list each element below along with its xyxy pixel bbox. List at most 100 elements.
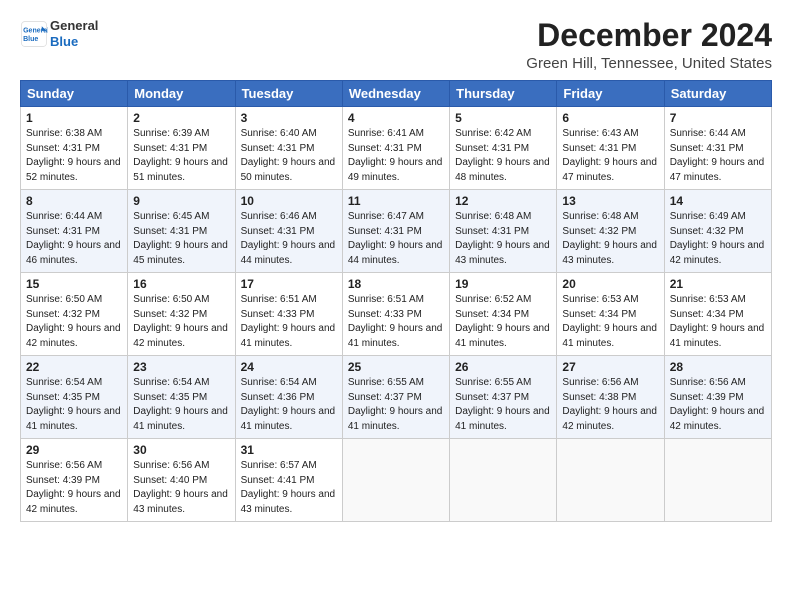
daylight: Daylight: 9 hours and 41 minutes. (241, 406, 336, 432)
day-info: Sunrise: 6:40 AM Sunset: 4:31 PM Dayligh… (241, 127, 337, 185)
sunset: Sunset: 4:31 PM (562, 143, 636, 154)
day-cell: 2 Sunrise: 6:39 AM Sunset: 4:31 PM Dayli… (128, 107, 235, 190)
day-cell: 21 Sunrise: 6:53 AM Sunset: 4:34 PM Dayl… (664, 273, 771, 356)
sunset: Sunset: 4:31 PM (133, 226, 207, 237)
sunset: Sunset: 4:38 PM (562, 392, 636, 403)
sunset: Sunset: 4:34 PM (670, 309, 744, 320)
day-number: 18 (348, 277, 444, 291)
day-cell: 22 Sunrise: 6:54 AM Sunset: 4:35 PM Dayl… (21, 356, 128, 439)
day-info: Sunrise: 6:49 AM Sunset: 4:32 PM Dayligh… (670, 210, 766, 268)
day-number: 9 (133, 194, 229, 208)
week-row-4: 22 Sunrise: 6:54 AM Sunset: 4:35 PM Dayl… (21, 356, 772, 439)
sunset: Sunset: 4:33 PM (241, 309, 315, 320)
daylight: Daylight: 9 hours and 44 minutes. (348, 240, 443, 266)
day-info: Sunrise: 6:48 AM Sunset: 4:32 PM Dayligh… (562, 210, 658, 268)
header: General Blue General Blue December 2024 … (20, 18, 772, 72)
sunset: Sunset: 4:40 PM (133, 475, 207, 486)
sunset: Sunset: 4:31 PM (26, 226, 100, 237)
daylight: Daylight: 9 hours and 47 minutes. (670, 157, 765, 183)
daylight: Daylight: 9 hours and 50 minutes. (241, 157, 336, 183)
sunset: Sunset: 4:34 PM (562, 309, 636, 320)
weekday-header-row: SundayMondayTuesdayWednesdayThursdayFrid… (21, 81, 772, 107)
sunrise: Sunrise: 6:39 AM (133, 128, 209, 139)
day-number: 20 (562, 277, 658, 291)
daylight: Daylight: 9 hours and 47 minutes. (562, 157, 657, 183)
day-cell: 4 Sunrise: 6:41 AM Sunset: 4:31 PM Dayli… (342, 107, 449, 190)
week-row-3: 15 Sunrise: 6:50 AM Sunset: 4:32 PM Dayl… (21, 273, 772, 356)
sunrise: Sunrise: 6:54 AM (241, 377, 317, 388)
sunrise: Sunrise: 6:55 AM (348, 377, 424, 388)
sunset: Sunset: 4:31 PM (670, 143, 744, 154)
sunset: Sunset: 4:32 PM (562, 226, 636, 237)
daylight: Daylight: 9 hours and 41 minutes. (348, 323, 443, 349)
daylight: Daylight: 9 hours and 48 minutes. (455, 157, 550, 183)
day-number: 26 (455, 360, 551, 374)
day-cell: 12 Sunrise: 6:48 AM Sunset: 4:31 PM Dayl… (450, 190, 557, 273)
day-number: 5 (455, 111, 551, 125)
daylight: Daylight: 9 hours and 41 minutes. (133, 406, 228, 432)
sunset: Sunset: 4:32 PM (670, 226, 744, 237)
sunset: Sunset: 4:33 PM (348, 309, 422, 320)
day-number: 22 (26, 360, 122, 374)
day-number: 10 (241, 194, 337, 208)
day-info: Sunrise: 6:51 AM Sunset: 4:33 PM Dayligh… (241, 293, 337, 351)
day-number: 23 (133, 360, 229, 374)
daylight: Daylight: 9 hours and 43 minutes. (133, 489, 228, 515)
day-number: 14 (670, 194, 766, 208)
daylight: Daylight: 9 hours and 42 minutes. (670, 240, 765, 266)
sunset: Sunset: 4:41 PM (241, 475, 315, 486)
day-info: Sunrise: 6:54 AM Sunset: 4:35 PM Dayligh… (26, 376, 122, 434)
sunset: Sunset: 4:35 PM (26, 392, 100, 403)
day-info: Sunrise: 6:44 AM Sunset: 4:31 PM Dayligh… (26, 210, 122, 268)
day-info: Sunrise: 6:50 AM Sunset: 4:32 PM Dayligh… (26, 293, 122, 351)
day-cell: 16 Sunrise: 6:50 AM Sunset: 4:32 PM Dayl… (128, 273, 235, 356)
day-info: Sunrise: 6:44 AM Sunset: 4:31 PM Dayligh… (670, 127, 766, 185)
day-info: Sunrise: 6:48 AM Sunset: 4:31 PM Dayligh… (455, 210, 551, 268)
sunrise: Sunrise: 6:50 AM (133, 294, 209, 305)
sunset: Sunset: 4:35 PM (133, 392, 207, 403)
logo: General Blue General Blue (20, 18, 98, 49)
sunset: Sunset: 4:31 PM (26, 143, 100, 154)
sunrise: Sunrise: 6:38 AM (26, 128, 102, 139)
sunset: Sunset: 4:31 PM (348, 143, 422, 154)
day-cell: 18 Sunrise: 6:51 AM Sunset: 4:33 PM Dayl… (342, 273, 449, 356)
day-cell: 5 Sunrise: 6:42 AM Sunset: 4:31 PM Dayli… (450, 107, 557, 190)
day-info: Sunrise: 6:43 AM Sunset: 4:31 PM Dayligh… (562, 127, 658, 185)
title-block: December 2024 Green Hill, Tennessee, Uni… (526, 18, 772, 72)
day-cell: 1 Sunrise: 6:38 AM Sunset: 4:31 PM Dayli… (21, 107, 128, 190)
main-title: December 2024 (526, 18, 772, 53)
daylight: Daylight: 9 hours and 52 minutes. (26, 157, 121, 183)
sunset: Sunset: 4:31 PM (241, 143, 315, 154)
sunrise: Sunrise: 6:44 AM (670, 128, 746, 139)
day-number: 16 (133, 277, 229, 291)
day-number: 4 (348, 111, 444, 125)
sunset: Sunset: 4:36 PM (241, 392, 315, 403)
day-cell: 11 Sunrise: 6:47 AM Sunset: 4:31 PM Dayl… (342, 190, 449, 273)
day-cell: 25 Sunrise: 6:55 AM Sunset: 4:37 PM Dayl… (342, 356, 449, 439)
day-cell: 17 Sunrise: 6:51 AM Sunset: 4:33 PM Dayl… (235, 273, 342, 356)
day-info: Sunrise: 6:39 AM Sunset: 4:31 PM Dayligh… (133, 127, 229, 185)
day-info: Sunrise: 6:56 AM Sunset: 4:40 PM Dayligh… (133, 459, 229, 517)
day-info: Sunrise: 6:52 AM Sunset: 4:34 PM Dayligh… (455, 293, 551, 351)
day-info: Sunrise: 6:42 AM Sunset: 4:31 PM Dayligh… (455, 127, 551, 185)
daylight: Daylight: 9 hours and 41 minutes. (670, 323, 765, 349)
day-info: Sunrise: 6:38 AM Sunset: 4:31 PM Dayligh… (26, 127, 122, 185)
daylight: Daylight: 9 hours and 51 minutes. (133, 157, 228, 183)
day-info: Sunrise: 6:56 AM Sunset: 4:39 PM Dayligh… (670, 376, 766, 434)
day-info: Sunrise: 6:56 AM Sunset: 4:38 PM Dayligh… (562, 376, 658, 434)
sunset: Sunset: 4:31 PM (133, 143, 207, 154)
day-cell: 15 Sunrise: 6:50 AM Sunset: 4:32 PM Dayl… (21, 273, 128, 356)
daylight: Daylight: 9 hours and 43 minutes. (241, 489, 336, 515)
day-number: 7 (670, 111, 766, 125)
sunrise: Sunrise: 6:56 AM (26, 460, 102, 471)
sunrise: Sunrise: 6:50 AM (26, 294, 102, 305)
day-number: 30 (133, 443, 229, 457)
svg-text:General: General (23, 27, 48, 34)
svg-text:Blue: Blue (23, 36, 38, 43)
sunset: Sunset: 4:32 PM (133, 309, 207, 320)
daylight: Daylight: 9 hours and 41 minutes. (26, 406, 121, 432)
sunset: Sunset: 4:31 PM (455, 226, 529, 237)
day-cell: 24 Sunrise: 6:54 AM Sunset: 4:36 PM Dayl… (235, 356, 342, 439)
daylight: Daylight: 9 hours and 46 minutes. (26, 240, 121, 266)
daylight: Daylight: 9 hours and 44 minutes. (241, 240, 336, 266)
